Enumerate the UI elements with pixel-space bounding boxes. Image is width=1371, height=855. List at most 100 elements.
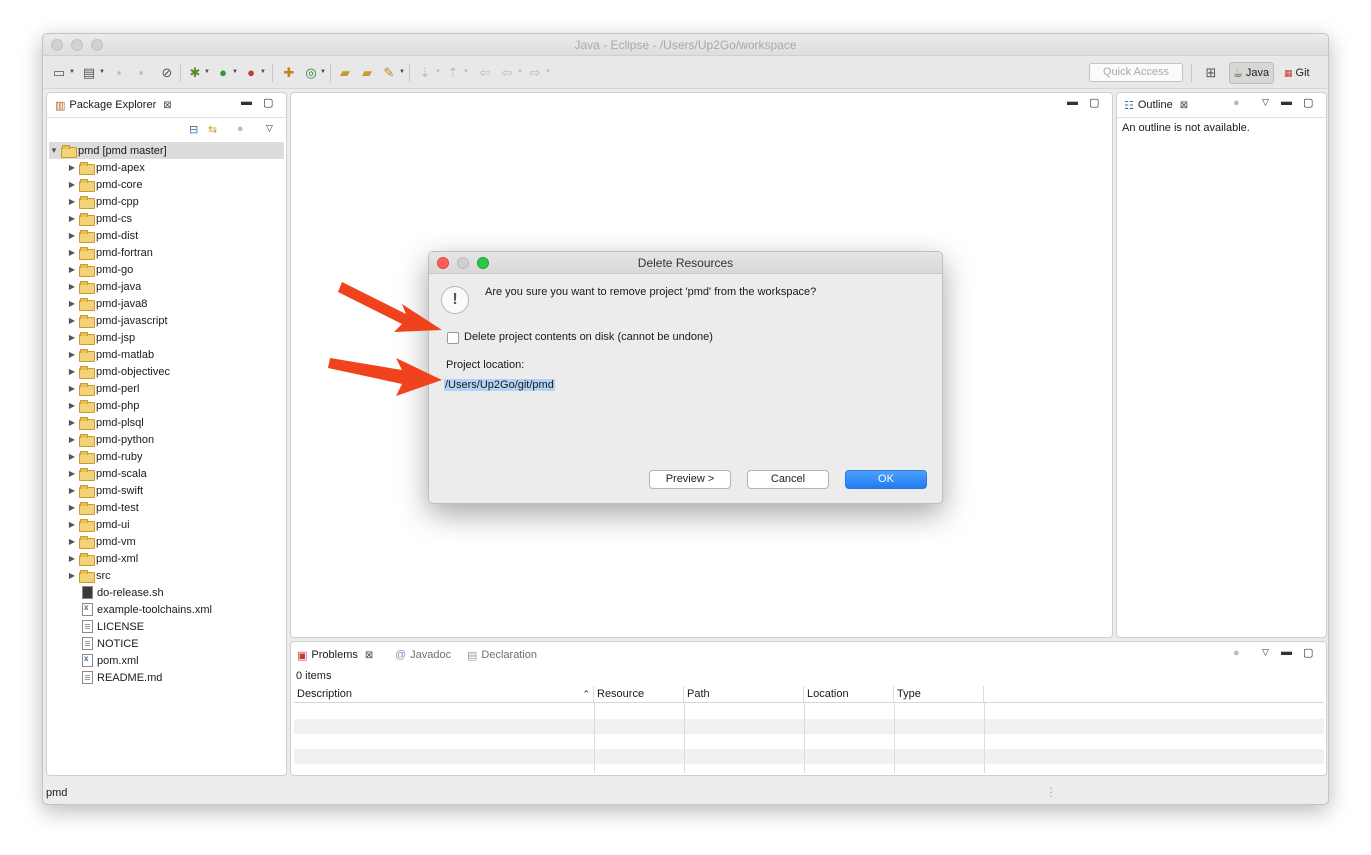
tree-item-folder[interactable]: ▶ pmd-core xyxy=(67,176,142,193)
chevron-right-icon[interactable]: ▶ xyxy=(67,418,77,427)
new-class-icon[interactable]: ◎ xyxy=(303,65,319,81)
tree-item-file[interactable]: NOTICE xyxy=(77,635,139,652)
tree-item-folder[interactable]: ▶ pmd-python xyxy=(67,431,154,448)
column-type[interactable]: Type xyxy=(894,686,984,703)
chevron-right-icon[interactable]: ▶ xyxy=(67,180,77,189)
chevron-right-icon[interactable]: ▶ xyxy=(67,350,77,359)
close-icon[interactable]: ⊠ xyxy=(163,100,171,111)
chevron-right-icon[interactable]: ▶ xyxy=(67,333,77,342)
chevron-right-icon[interactable]: ▶ xyxy=(67,265,77,274)
chevron-right-icon[interactable]: ▶ xyxy=(67,452,77,461)
tab-package-explorer[interactable]: ▥ Package Explorer ⊠ xyxy=(51,95,176,115)
chevron-right-icon[interactable]: ▶ xyxy=(67,503,77,512)
chevron-right-icon[interactable]: ▶ xyxy=(67,367,77,376)
chevron-right-icon[interactable]: ▶ xyxy=(67,520,77,529)
chevron-right-icon[interactable]: ▶ xyxy=(67,435,77,444)
tree-item-folder[interactable]: ▶ pmd-apex xyxy=(67,159,145,176)
tree-item-folder[interactable]: ▶ pmd-dist xyxy=(67,227,138,244)
tree-item-file[interactable]: example-toolchains.xml xyxy=(77,601,212,618)
focus-active-task-icon[interactable]: ● xyxy=(237,123,244,135)
chevron-down-icon[interactable]: ▼ xyxy=(69,69,75,75)
chevron-right-icon[interactable]: ▶ xyxy=(67,316,77,325)
debug-icon[interactable]: ✱ xyxy=(187,65,203,81)
tree-item-folder[interactable]: ▶ pmd-go xyxy=(67,261,133,278)
new-icon[interactable]: ▭ xyxy=(51,65,67,81)
chevron-right-icon[interactable]: ▶ xyxy=(67,163,77,172)
tree-item-folder[interactable]: ▶ pmd-test xyxy=(67,499,139,516)
view-menu-icon[interactable]: ▽ xyxy=(1262,647,1269,658)
maximize-view-button[interactable]: ▢ xyxy=(1303,96,1313,109)
run-icon[interactable]: ● xyxy=(215,65,231,81)
tree-item-folder[interactable]: ▶ pmd-perl xyxy=(67,380,139,397)
quick-access-input[interactable]: Quick Access xyxy=(1089,63,1183,82)
tree-item-folder[interactable]: ▶ pmd-cpp xyxy=(67,193,139,210)
tree-item-folder[interactable]: ▶ pmd-jsp xyxy=(67,329,135,346)
ok-button[interactable]: OK xyxy=(845,470,927,489)
tree-item-folder[interactable]: ▶ pmd-ui xyxy=(67,516,130,533)
tree-item-folder[interactable]: ▶ pmd-matlab xyxy=(67,346,154,363)
tree-item-file[interactable]: README.md xyxy=(77,669,162,686)
maximize-view-button[interactable]: ▢ xyxy=(263,96,273,109)
search-icon[interactable]: ✎ xyxy=(381,65,397,81)
chevron-down-icon[interactable]: ▼ xyxy=(399,69,405,75)
tree-item-folder[interactable]: ▶ pmd-plsql xyxy=(67,414,144,431)
tree-item-folder[interactable]: ▶ src xyxy=(67,567,111,584)
delete-contents-checkbox[interactable] xyxy=(447,332,459,344)
perspective-java[interactable]: ☕ Java xyxy=(1229,62,1275,84)
chevron-right-icon[interactable]: ▶ xyxy=(67,401,77,410)
tree-item-folder[interactable]: ▶ pmd-cs xyxy=(67,210,132,227)
chevron-right-icon[interactable]: ▶ xyxy=(67,214,77,223)
chevron-right-icon[interactable]: ▶ xyxy=(67,486,77,495)
chevron-right-icon[interactable]: ▶ xyxy=(67,197,77,206)
open-task-icon[interactable]: ▰ xyxy=(359,65,375,81)
back-icon[interactable]: ⇦ xyxy=(499,65,515,81)
cancel-button[interactable]: Cancel xyxy=(747,470,829,489)
minimize-view-button[interactable]: ▬ xyxy=(1067,96,1078,108)
column-path[interactable]: Path xyxy=(684,686,804,703)
chevron-down-icon[interactable]: ▼ xyxy=(320,69,326,75)
previous-annotation-icon[interactable]: ⇡ xyxy=(445,65,461,81)
chevron-right-icon[interactable]: ▶ xyxy=(67,537,77,546)
link-with-editor-icon[interactable]: ⇆ xyxy=(208,123,217,136)
chevron-down-icon[interactable]: ▼ xyxy=(49,146,59,155)
chevron-down-icon[interactable]: ▼ xyxy=(545,69,551,75)
tab-outline[interactable]: ☷ Outline ⊠ xyxy=(1120,95,1193,115)
chevron-right-icon[interactable]: ▶ xyxy=(67,384,77,393)
maximize-view-button[interactable]: ▢ xyxy=(1089,96,1099,109)
delete-contents-label[interactable]: Delete project contents on disk (cannot … xyxy=(464,331,713,343)
chevron-right-icon[interactable]: ▶ xyxy=(67,469,77,478)
chevron-right-icon[interactable]: ▶ xyxy=(67,571,77,580)
column-location[interactable]: Location xyxy=(804,686,894,703)
column-description[interactable]: Description ⌃ xyxy=(294,686,594,703)
tree-item-folder[interactable]: ▶ pmd-javascript xyxy=(67,312,168,329)
tree-item-folder[interactable]: ▶ pmd-java8 xyxy=(67,295,147,312)
focus-active-task-icon[interactable]: ● xyxy=(1233,97,1240,109)
view-menu-icon[interactable]: ▽ xyxy=(266,123,273,134)
tree-item-folder[interactable]: ▶ pmd-scala xyxy=(67,465,147,482)
chevron-right-icon[interactable]: ▶ xyxy=(67,282,77,291)
minimize-view-button[interactable]: ▬ xyxy=(1281,646,1292,658)
tab-declaration[interactable]: ▤ Declaration xyxy=(467,645,537,665)
tree-root-pmd[interactable]: ▼ pmd [pmd master] xyxy=(49,142,284,159)
chevron-down-icon[interactable]: ▼ xyxy=(463,69,469,75)
tree-item-folder[interactable]: ▶ pmd-vm xyxy=(67,533,136,550)
maximize-view-button[interactable]: ▢ xyxy=(1303,646,1313,659)
tab-problems[interactable]: ▣ Problems ⊠ xyxy=(294,645,377,665)
close-icon[interactable]: ⊠ xyxy=(1180,100,1188,111)
tree-item-folder[interactable]: ▶ pmd-php xyxy=(67,397,139,414)
focus-active-task-icon[interactable]: ● xyxy=(1233,647,1240,659)
tree-item-folder[interactable]: ▶ pmd-objectivec xyxy=(67,363,170,380)
tree-item-file[interactable]: LICENSE xyxy=(77,618,144,635)
save-icon[interactable]: ▪ xyxy=(111,65,127,81)
chevron-right-icon[interactable]: ▶ xyxy=(67,554,77,563)
project-location-value[interactable]: /Users/Up2Go/git/pmd xyxy=(444,379,555,391)
column-resource[interactable]: Resource xyxy=(594,686,684,703)
new-java-project-icon[interactable]: ✚ xyxy=(281,65,297,81)
open-type-icon[interactable]: ▰ xyxy=(337,65,353,81)
chevron-down-icon[interactable]: ▼ xyxy=(260,69,266,75)
skip-breakpoints-icon[interactable]: ⊘ xyxy=(159,65,175,81)
chevron-right-icon[interactable]: ▶ xyxy=(67,248,77,257)
chevron-right-icon[interactable]: ▶ xyxy=(67,231,77,240)
tree-item-folder[interactable]: ▶ pmd-xml xyxy=(67,550,138,567)
new-package-icon[interactable]: ▤ xyxy=(81,65,97,81)
